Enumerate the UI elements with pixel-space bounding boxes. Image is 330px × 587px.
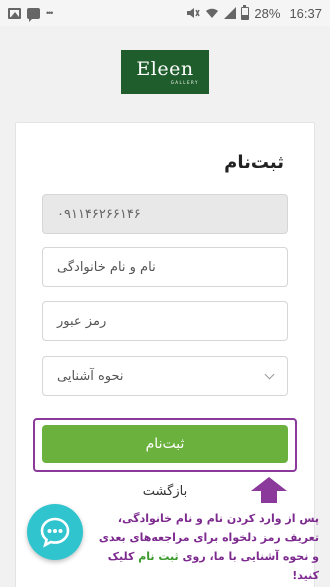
phone-value: ۰۹۱۱۴۶۲۶۶۱۴۶: [57, 206, 141, 222]
chat-icon: [40, 517, 70, 548]
arrow-up-icon: [251, 477, 287, 503]
more-icon: •••: [46, 7, 53, 18]
status-notifications: •••: [8, 7, 59, 22]
logo-wordmark: Eleen: [136, 58, 194, 80]
instruction-text: پس از وارد کردن نام و نام خانوادگی، تعری…: [95, 509, 319, 585]
image-icon: [8, 7, 21, 19]
status-system: 28% 16:37: [186, 4, 322, 21]
wifi-icon: [206, 8, 219, 18]
logo-subtitle: GALLERY: [170, 80, 199, 85]
chat-button[interactable]: [27, 504, 83, 560]
acquaintance-select[interactable]: نحوه آشنایی: [42, 356, 288, 396]
password-input[interactable]: رمز عبور: [42, 301, 288, 341]
mute-icon: [187, 8, 201, 18]
fullname-input[interactable]: نام و نام خانوادگی: [42, 247, 288, 287]
message-icon: [27, 7, 40, 22]
brand-logo: Eleen GALLERY: [121, 50, 209, 94]
status-bar: ••• 28% 16:37: [0, 0, 330, 26]
instruction-highlight: ثبت نام: [138, 550, 179, 563]
phone-field: ۰۹۱۱۴۶۲۶۶۱۴۶: [42, 194, 288, 234]
chevron-down-icon: [264, 369, 275, 379]
fullname-placeholder: نام و نام خانوادگی: [57, 259, 156, 275]
clock: 16:37: [289, 5, 322, 21]
acquaintance-label: نحوه آشنایی: [57, 368, 124, 384]
battery-percent: 28%: [254, 5, 281, 21]
signal-icon: [224, 7, 237, 19]
back-link-label: بازگشت: [142, 484, 188, 499]
battery-icon: [241, 4, 250, 20]
page-title: ثبت‌نام: [224, 152, 284, 173]
password-placeholder: رمز عبور: [57, 313, 107, 329]
signup-button[interactable]: ثبت‌نام: [42, 425, 288, 463]
